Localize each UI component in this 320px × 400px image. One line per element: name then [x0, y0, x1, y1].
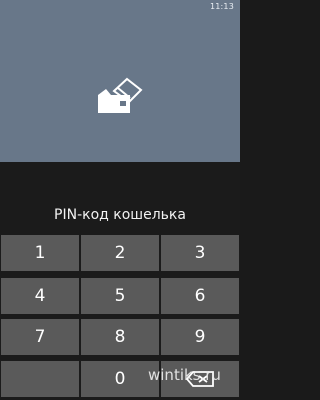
header-area: 11:13 — [0, 0, 240, 162]
key-9[interactable]: 9 — [161, 319, 239, 355]
key-7[interactable]: 7 — [1, 319, 79, 355]
backspace-icon — [185, 371, 214, 387]
key-2[interactable]: 2 — [81, 235, 159, 271]
key-6[interactable]: 6 — [161, 278, 239, 314]
wallet-pin-screen: 11:13 PIN-код кошелька 1 2 3 4 5 6 7 8 9… — [0, 0, 240, 400]
key-3[interactable]: 3 — [161, 235, 239, 271]
key-4[interactable]: 4 — [1, 278, 79, 314]
key-0[interactable]: 0 — [81, 361, 159, 397]
status-time: 11:13 — [209, 2, 234, 11]
wallet-card-icon — [98, 77, 143, 113]
backspace-button[interactable] — [161, 361, 239, 397]
key-1[interactable]: 1 — [1, 235, 79, 271]
key-8[interactable]: 8 — [81, 319, 159, 355]
pin-title: PIN-код кошелька — [54, 207, 186, 223]
key-5[interactable]: 5 — [81, 278, 159, 314]
key-empty — [1, 361, 79, 397]
numeric-keypad: 1 2 3 4 5 6 7 8 9 0 — [0, 234, 240, 400]
